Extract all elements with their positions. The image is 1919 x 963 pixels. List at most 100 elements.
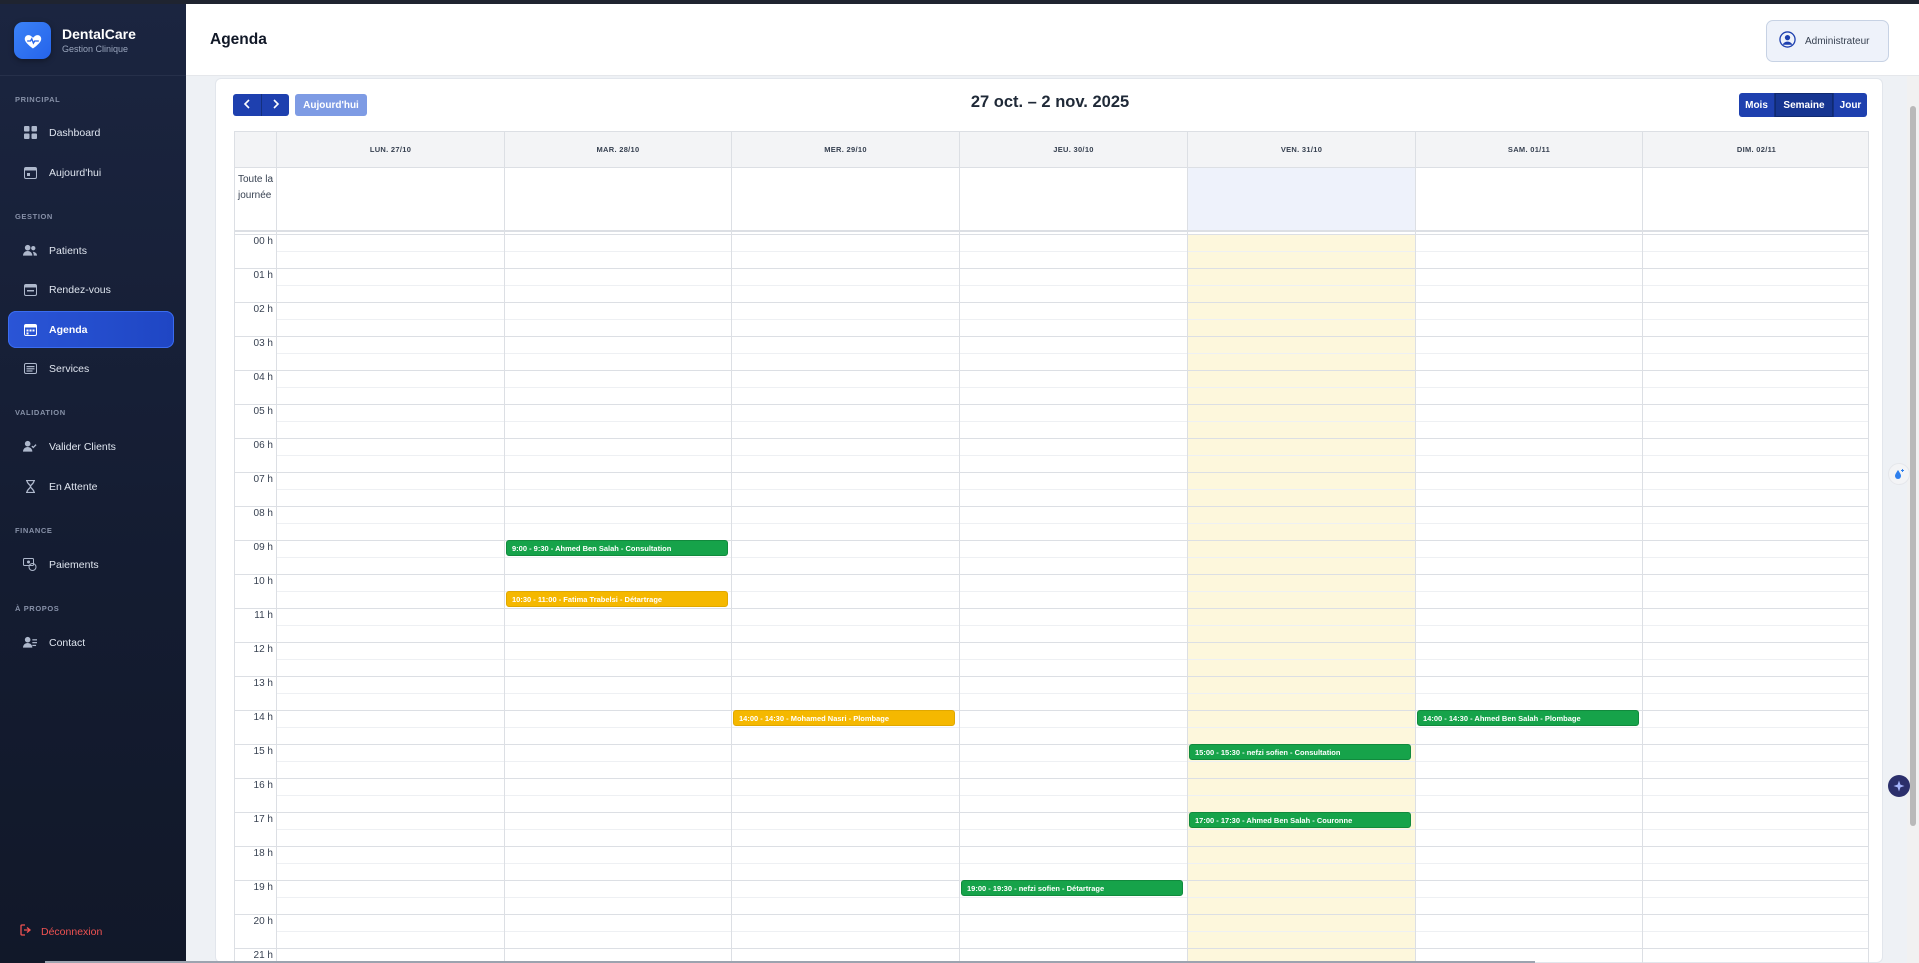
calendar-event[interactable]: 9:00 - 9:30 - Ahmed Ben Salah - Consulta… bbox=[506, 540, 728, 556]
hour-gridline bbox=[235, 574, 1868, 575]
window-top-strip bbox=[0, 0, 1919, 4]
calendar-event[interactable]: 15:00 - 15:30 - nefzi sofien - Consultat… bbox=[1189, 744, 1411, 760]
section-gestion: GESTION bbox=[15, 212, 53, 221]
hourglass-icon bbox=[23, 480, 37, 494]
calendar-event[interactable]: 14:00 - 14:30 - Mohamed Nasri - Plombage bbox=[733, 710, 955, 726]
sidebar: DentalCare Gestion Clinique PRINCIPAL Da… bbox=[0, 0, 186, 963]
hour-label: 16 h bbox=[253, 780, 273, 791]
contact-icon bbox=[23, 636, 37, 650]
hour-gridline bbox=[235, 506, 1868, 507]
view-switcher: Mois Semaine Jour bbox=[1739, 93, 1867, 117]
sidebar-item-label: Patients bbox=[49, 244, 87, 257]
sidebar-item-paiements[interactable]: Paiements bbox=[8, 546, 174, 583]
sidebar-item-valider-clients[interactable]: Valider Clients bbox=[8, 428, 174, 465]
calendar-check-icon bbox=[23, 283, 37, 297]
calendar-range-title: 27 oct. – 2 nov. 2025 bbox=[970, 93, 1130, 111]
sidebar-item-agenda[interactable]: Agenda bbox=[8, 311, 174, 348]
sparkle-drop-icon[interactable] bbox=[1888, 463, 1910, 485]
hour-label: 15 h bbox=[253, 746, 273, 757]
hour-gridline bbox=[235, 948, 1868, 949]
user-menu-button[interactable]: Administrateur bbox=[1766, 20, 1889, 62]
assistant-star-icon[interactable] bbox=[1888, 775, 1910, 797]
day-header[interactable]: MER. 29/10 bbox=[731, 132, 959, 168]
hour-label: 21 h bbox=[253, 950, 273, 961]
hour-gridline bbox=[235, 676, 1868, 677]
view-week-button[interactable]: Semaine bbox=[1774, 93, 1833, 117]
hour-label: 06 h bbox=[253, 440, 273, 451]
sidebar-item-today[interactable]: Aujourd'hui bbox=[8, 154, 174, 191]
hour-gridline bbox=[235, 404, 1868, 405]
money-icon bbox=[23, 558, 37, 572]
allday-cell[interactable] bbox=[1642, 168, 1868, 232]
day-column-divider bbox=[276, 232, 277, 963]
hour-label: 00 h bbox=[253, 236, 273, 247]
sidebar-item-patients[interactable]: Patients bbox=[8, 232, 174, 269]
day-header[interactable]: DIM. 02/11 bbox=[1642, 132, 1868, 168]
hour-gridline bbox=[235, 846, 1868, 847]
half-hour-gridline bbox=[276, 353, 1868, 354]
half-hour-gridline bbox=[276, 523, 1868, 524]
brand[interactable]: DentalCare Gestion Clinique bbox=[14, 22, 136, 59]
allday-cell[interactable] bbox=[731, 168, 959, 232]
day-header[interactable]: JEU. 30/10 bbox=[959, 132, 1187, 168]
app-subtitle: Gestion Clinique bbox=[62, 43, 129, 54]
calendar-card: Aujourd'hui 27 oct. – 2 nov. 2025 Mois S… bbox=[215, 78, 1883, 963]
day-column-divider bbox=[959, 232, 960, 963]
view-day-button[interactable]: Jour bbox=[1833, 93, 1867, 117]
sidebar-item-rendez-vous[interactable]: Rendez-vous bbox=[8, 271, 174, 308]
sidebar-item-label: Rendez-vous bbox=[49, 283, 111, 296]
hour-label: 11 h bbox=[254, 610, 273, 621]
hour-gridline bbox=[235, 472, 1868, 473]
section-finance: FINANCE bbox=[15, 526, 53, 535]
half-hour-gridline bbox=[276, 795, 1868, 796]
logout-label: Déconnexion bbox=[41, 925, 103, 938]
calendar-event[interactable]: 14:00 - 14:30 - Ahmed Ben Salah - Plomba… bbox=[1417, 710, 1639, 726]
allday-cell[interactable] bbox=[959, 168, 1187, 232]
allday-cell[interactable] bbox=[276, 168, 504, 232]
logout-button[interactable]: Déconnexion bbox=[20, 924, 102, 939]
day-header[interactable]: MAR. 28/10 bbox=[504, 132, 731, 168]
sidebar-item-label: Dashboard bbox=[49, 126, 101, 139]
sidebar-item-en-attente[interactable]: En Attente bbox=[8, 468, 174, 505]
hour-label: 18 h bbox=[253, 848, 273, 859]
half-hour-gridline bbox=[276, 319, 1868, 320]
hour-label: 12 h bbox=[253, 644, 273, 655]
allday-cell[interactable] bbox=[504, 168, 731, 232]
page-scrollbar[interactable] bbox=[1907, 76, 1919, 963]
half-hour-gridline bbox=[276, 285, 1868, 286]
hour-label: 10 h bbox=[253, 576, 273, 587]
calendar-event[interactable]: 10:30 - 11:00 - Fatima Trabelsi - Détart… bbox=[506, 591, 728, 607]
hour-gridline bbox=[235, 778, 1868, 779]
half-hour-gridline bbox=[276, 829, 1868, 830]
app-name: DentalCare bbox=[62, 25, 136, 42]
hour-label: 08 h bbox=[253, 508, 273, 519]
day-column-divider bbox=[1415, 232, 1416, 963]
hour-label: 13 h bbox=[253, 678, 273, 689]
time-axis-header bbox=[235, 132, 276, 168]
allday-cell[interactable] bbox=[1187, 168, 1415, 232]
half-hour-gridline bbox=[276, 693, 1868, 694]
user-name: Administrateur bbox=[1805, 35, 1870, 47]
heart-pulse-logo-icon bbox=[14, 22, 51, 59]
hour-gridline bbox=[235, 914, 1868, 915]
hour-gridline bbox=[235, 812, 1868, 813]
day-header[interactable]: SAM. 01/11 bbox=[1415, 132, 1642, 168]
day-header[interactable]: LUN. 27/10 bbox=[276, 132, 504, 168]
agenda-icon bbox=[23, 323, 37, 337]
user-circle-icon bbox=[1779, 31, 1796, 51]
scrollbar-thumb[interactable] bbox=[1910, 106, 1916, 826]
brand-divider bbox=[0, 75, 186, 76]
day-header[interactable]: VEN. 31/10 bbox=[1187, 132, 1415, 168]
sidebar-item-contact[interactable]: Contact bbox=[8, 624, 174, 661]
half-hour-gridline bbox=[276, 761, 1868, 762]
calendar-event[interactable]: 19:00 - 19:30 - nefzi sofien - Détartrag… bbox=[961, 880, 1183, 896]
view-month-button[interactable]: Mois bbox=[1739, 93, 1774, 117]
hour-gridline bbox=[235, 540, 1868, 541]
half-hour-gridline bbox=[276, 863, 1868, 864]
half-hour-gridline bbox=[276, 455, 1868, 456]
sidebar-item-dashboard[interactable]: Dashboard bbox=[8, 114, 174, 151]
half-hour-gridline bbox=[276, 421, 1868, 422]
sidebar-item-services[interactable]: Services bbox=[8, 350, 174, 387]
allday-cell[interactable] bbox=[1415, 168, 1642, 232]
calendar-event[interactable]: 17:00 - 17:30 - Ahmed Ben Salah - Couron… bbox=[1189, 812, 1411, 828]
